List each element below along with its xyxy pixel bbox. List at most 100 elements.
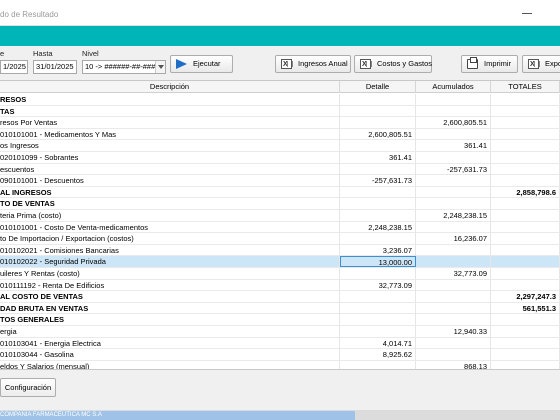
cell-accumulated[interactable] [416, 244, 491, 256]
table-row[interactable]: 010102022 - Seguridad Privada 13,000.00 [0, 256, 560, 268]
cell-description[interactable]: 010101001 - Costo De Venta-medicamentos [0, 221, 340, 233]
cell-accumulated[interactable]: 361.41 [416, 140, 491, 152]
table-row[interactable]: TOS GENERALES [0, 314, 560, 326]
cell-detail[interactable] [340, 233, 416, 245]
cell-accumulated[interactable] [416, 314, 491, 326]
table-row[interactable]: AL COSTO DE VENTAS 2,297,247.3 [0, 291, 560, 303]
cell-accumulated[interactable] [416, 128, 491, 140]
cell-detail[interactable] [340, 314, 416, 326]
cell-total[interactable] [491, 360, 560, 369]
cell-accumulated[interactable] [416, 175, 491, 187]
table-row[interactable]: to De Importacion / Exportacion (costos)… [0, 233, 560, 245]
cell-total[interactable] [491, 279, 560, 291]
cell-total[interactable] [491, 337, 560, 349]
cell-description[interactable]: 010102022 - Seguridad Privada [0, 256, 340, 268]
cell-description[interactable]: resos Por Ventas [0, 117, 340, 129]
cell-total[interactable] [491, 105, 560, 117]
cell-total[interactable] [491, 140, 560, 152]
column-header-description[interactable]: Descripción [0, 81, 340, 93]
cell-accumulated[interactable]: 16,236.07 [416, 233, 491, 245]
cell-accumulated[interactable] [416, 221, 491, 233]
cell-total[interactable] [491, 233, 560, 245]
cell-accumulated[interactable] [416, 105, 491, 117]
cell-total[interactable] [491, 198, 560, 210]
table-row[interactable]: DAD BRUTA EN VENTAS 561,551.3 [0, 302, 560, 315]
cell-total[interactable]: 561,551.3 [491, 302, 560, 314]
cell-detail[interactable] [340, 210, 416, 221]
table-row[interactable]: TO DE VENTAS [0, 198, 560, 210]
cell-accumulated[interactable] [416, 198, 491, 210]
cell-total[interactable]: 2,297,247.3 [491, 291, 560, 303]
cell-detail[interactable]: 361.41 [340, 152, 416, 163]
costs-expenses-button[interactable]: Costos y Gastos [354, 55, 432, 73]
table-row[interactable]: resos Por Ventas 2,600,805.51 [0, 117, 560, 129]
table-row[interactable]: AL INGRESOS 2,858,798.6 [0, 186, 560, 199]
table-row[interactable]: 010102021 - Comisiones Bancarias 3,236.07 [0, 244, 560, 257]
cell-accumulated[interactable] [416, 152, 491, 163]
cell-total[interactable] [491, 210, 560, 221]
annual-income-button[interactable]: Ingresos Anual [275, 55, 351, 73]
cell-accumulated[interactable]: 2,248,238.15 [416, 210, 491, 221]
cell-detail[interactable]: 32,773.09 [340, 279, 416, 291]
cell-total[interactable] [491, 163, 560, 175]
cell-description[interactable]: 020101099 - Sobrantes [0, 152, 340, 163]
cell-description[interactable]: to De Importacion / Exportacion (costos) [0, 233, 340, 245]
cell-detail[interactable]: 13,000.00 [340, 256, 416, 268]
cell-description[interactable]: 010101001 - Medicamentos Y Mas [0, 128, 340, 140]
level-select[interactable]: 10 -> ######-##-### [82, 60, 166, 74]
cell-description[interactable]: 090101001 - Descuentos [0, 175, 340, 187]
cell-description[interactable]: TAS [0, 105, 340, 117]
cell-accumulated[interactable] [416, 349, 491, 361]
cell-total[interactable] [491, 326, 560, 337]
cell-total[interactable] [491, 94, 560, 105]
cell-total[interactable] [491, 128, 560, 140]
table-row[interactable]: uileres Y Rentas (costo) 32,773.09 [0, 268, 560, 280]
table-row[interactable]: 010101001 - Medicamentos Y Mas 2,600,805.… [0, 128, 560, 141]
table-row[interactable]: eldos Y Salarios (mensual) 868.13 [0, 360, 560, 369]
cell-detail[interactable]: 2,248,238.15 [340, 221, 416, 233]
cell-detail[interactable] [340, 326, 416, 337]
cell-total[interactable] [491, 349, 560, 361]
table-row[interactable]: 010103044 - Gasolina 8,925.62 [0, 349, 560, 361]
cell-description[interactable]: DAD BRUTA EN VENTAS [0, 302, 340, 314]
cell-detail[interactable] [340, 105, 416, 117]
column-header-totals[interactable]: TOTALES [491, 81, 560, 93]
column-header-accumulated[interactable]: Acumulados [416, 81, 491, 93]
cell-detail[interactable] [340, 186, 416, 198]
cell-total[interactable] [491, 221, 560, 233]
run-button[interactable]: Ejecutar [170, 55, 233, 73]
cell-detail[interactable] [340, 198, 416, 210]
export-button[interactable]: Expo [522, 55, 560, 73]
cell-detail[interactable] [340, 302, 416, 314]
cell-description[interactable]: escuentos [0, 163, 340, 175]
from-date-field[interactable]: 1/2025 [0, 60, 28, 74]
cell-description[interactable]: eldos Y Salarios (mensual) [0, 360, 340, 369]
cell-accumulated[interactable]: -257,631.73 [416, 163, 491, 175]
table-row[interactable]: escuentos -257,631.73 [0, 163, 560, 176]
cell-description[interactable]: 010103041 - Energia Electrica [0, 337, 340, 349]
table-row[interactable]: 010101001 - Costo De Venta-medicamentos 2… [0, 221, 560, 234]
cell-accumulated[interactable]: 32,773.09 [416, 268, 491, 279]
cell-accumulated[interactable] [416, 302, 491, 314]
table-row[interactable]: RESOS [0, 94, 560, 106]
cell-description[interactable]: 010102021 - Comisiones Bancarias [0, 244, 340, 256]
cell-accumulated[interactable]: 12,940.33 [416, 326, 491, 337]
cell-accumulated[interactable] [416, 94, 491, 105]
cell-accumulated[interactable] [416, 186, 491, 198]
cell-detail[interactable] [340, 94, 416, 105]
cell-total[interactable] [491, 175, 560, 187]
table-row[interactable]: 090101001 - Descuentos -257,631.73 [0, 175, 560, 187]
cell-description[interactable]: os Ingresos [0, 140, 340, 152]
taskbar-item[interactable]: COMPAÑIA FARMACEUTICA MC S.A [0, 411, 355, 420]
cell-detail[interactable] [340, 117, 416, 129]
table-row[interactable]: ergia 12,940.33 [0, 326, 560, 338]
cell-detail[interactable] [340, 360, 416, 369]
cell-detail[interactable]: 2,600,805.51 [340, 128, 416, 140]
cell-description[interactable]: teria Prima (costo) [0, 210, 340, 221]
cell-total[interactable] [491, 268, 560, 279]
table-row[interactable]: teria Prima (costo) 2,248,238.15 [0, 210, 560, 222]
cell-accumulated[interactable]: 2,600,805.51 [416, 117, 491, 129]
cell-total[interactable] [491, 256, 560, 268]
cell-total[interactable]: 2,858,798.6 [491, 186, 560, 198]
cell-accumulated[interactable] [416, 337, 491, 349]
